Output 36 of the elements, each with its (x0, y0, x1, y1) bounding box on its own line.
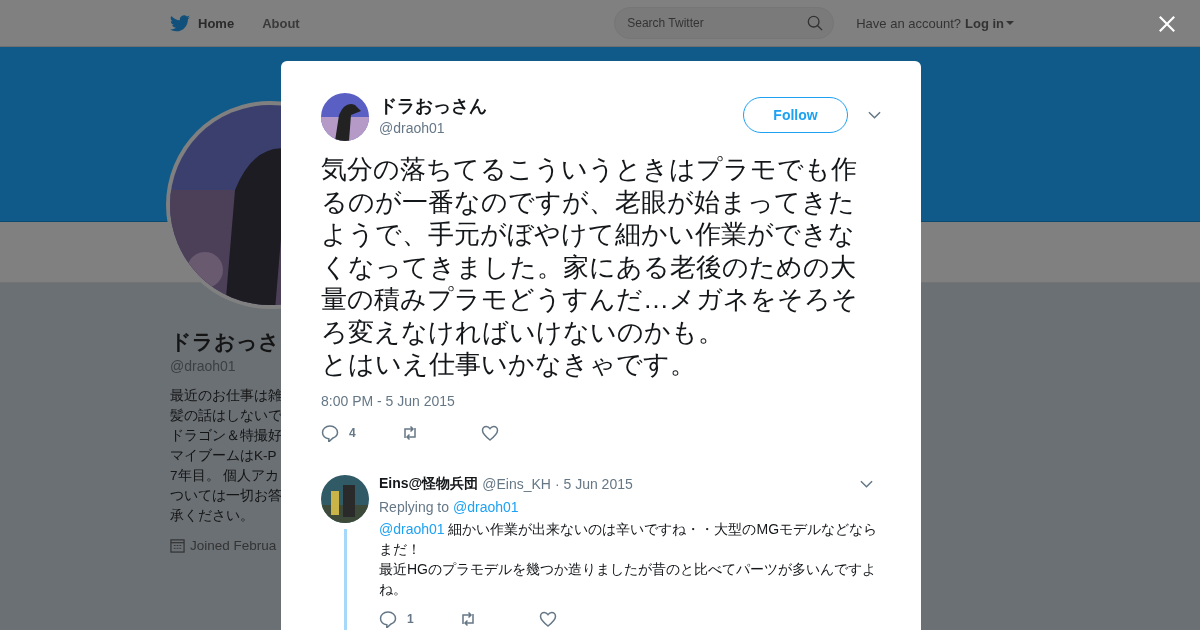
close-icon[interactable] (1158, 15, 1176, 33)
replying-label: Replying to (379, 498, 450, 515)
reply-count: 1 (407, 611, 414, 626)
account-prompt: Have an account? (856, 15, 961, 31)
heart-icon[interactable] (539, 609, 557, 628)
login-link[interactable]: Log in (965, 15, 1014, 31)
calendar-icon (170, 538, 185, 553)
tweet-text: 気分の落ちてるこういうときはプラモでも作るのが一番なのですが、老眼が始まってきたようで、手元がぼやけて細かい作業ができなくなってきました。家にある老後のための大量の積みプラモどうすんだ…メガネをそろそろ変えなければいけないのかも。 (321, 153, 859, 348)
reply-author-handle: @Eins_KH (482, 475, 551, 492)
author-name: ドラおっさん (379, 95, 488, 118)
reply-count: 4 (349, 425, 356, 440)
reply-text: @draoh01 細かい作業が出来ないのは辛いですね・・大型のMGモデルなどならまだ！ (379, 519, 879, 559)
heart-icon[interactable] (481, 423, 499, 442)
chevron-down-icon[interactable] (860, 479, 873, 488)
reply-icon[interactable] (321, 423, 339, 442)
profile-bio: 最近のお仕事は雑 髪の話はしないで ドラゴン＆特撮好 マイブームはK-P 7年目。 個人アカ ついては一切お答 承ください。 (170, 387, 281, 525)
reply-text: 最近HGのプラモデルを幾つか造りましたが昔のと比べてパーツが多いんですよね。 (379, 559, 877, 599)
retweet-icon[interactable] (459, 609, 477, 628)
joined-date: Joined Februa (190, 538, 277, 553)
retweet-icon[interactable] (401, 423, 419, 442)
caret-icon (1006, 21, 1014, 25)
nav-link[interactable]: About (262, 15, 300, 31)
reply-author-name: Eins@怪物兵団 (379, 474, 479, 493)
profile-name: ドラおっさ (170, 329, 281, 355)
search-field[interactable]: Search Twitter (614, 7, 835, 39)
tweet-timestamp: 8:00 PM - 5 Jun 2015 (321, 392, 456, 409)
chevron-down-icon[interactable] (868, 111, 881, 119)
reply-date: · 5 Jun 2015 (554, 475, 633, 492)
author-handle: @draoh01 (379, 120, 446, 136)
mention-link[interactable]: @draoh01 (379, 520, 445, 537)
search-icon[interactable] (807, 15, 824, 31)
reply-icon[interactable] (379, 609, 397, 628)
nav-link[interactable]: Home (198, 15, 235, 31)
follow-button[interactable]: Follow (743, 97, 848, 133)
mention-link[interactable]: @draoh01 (453, 498, 519, 515)
tweet-text: とはいえ仕事いかなきゃです。 (321, 348, 697, 381)
